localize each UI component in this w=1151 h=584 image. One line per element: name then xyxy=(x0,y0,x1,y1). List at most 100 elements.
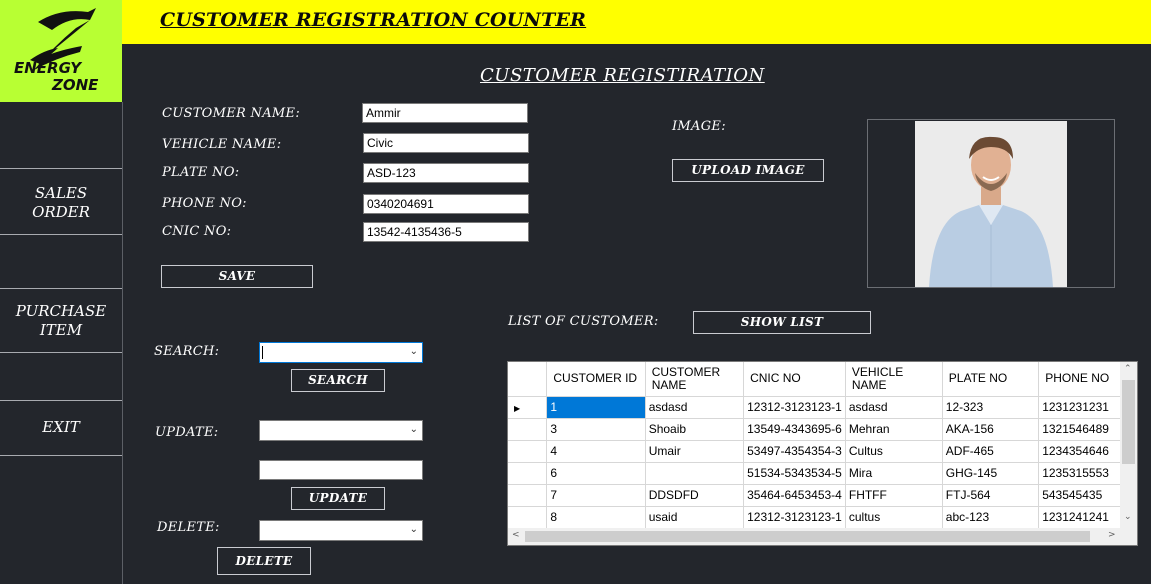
scroll-down-icon[interactable]: ⌄ xyxy=(1124,512,1132,522)
table-cell[interactable]: 3 xyxy=(546,418,646,441)
table-cell[interactable]: asdasd xyxy=(645,396,745,419)
sidebar: SALES ORDER PURCHASE ITEM EXIT xyxy=(0,102,123,584)
table-cell[interactable]: 51534-5343534-5 xyxy=(743,462,846,485)
table-cell[interactable]: asdasd xyxy=(845,396,943,419)
row-header[interactable] xyxy=(508,506,548,529)
table-cell[interactable]: 12312-3123123-1 xyxy=(743,396,846,419)
show-list-button[interactable]: SHOW LIST xyxy=(693,311,871,334)
horizontal-scrollbar[interactable]: < > xyxy=(508,528,1122,545)
table-cell[interactable]: 7 xyxy=(546,484,646,507)
table-cell[interactable]: Umair xyxy=(645,440,745,463)
column-header[interactable]: CUSTOMER NAME xyxy=(645,362,745,397)
customer-image-frame xyxy=(867,119,1115,288)
column-header[interactable]: CUSTOMER ID xyxy=(546,362,646,397)
table-cell[interactable]: 12312-3123123-1 xyxy=(743,506,846,529)
table-cell[interactable]: Mehran xyxy=(845,418,943,441)
table-cell[interactable]: cultus xyxy=(845,506,943,529)
table-cell[interactable]: abc-123 xyxy=(942,506,1040,529)
table-row[interactable]: 4 Umair 53497-4354354-3 Cultus ADF-465 123435… xyxy=(508,440,1137,463)
table-cell[interactable]: 13549-4343695-6 xyxy=(743,418,846,441)
row-header[interactable]: ▶ xyxy=(508,396,548,419)
vehicle-name-field[interactable]: Civic xyxy=(363,133,529,153)
cnic-no-field[interactable]: 13542-4135436-5 xyxy=(363,222,529,242)
image-label: IMAGE: xyxy=(672,119,726,134)
list-of-customer-label: LIST OF CUSTOMER: xyxy=(508,314,659,329)
purchase-item-button[interactable]: PURCHASE ITEM xyxy=(0,302,122,340)
table-cell[interactable]: Cultus xyxy=(845,440,943,463)
row-header[interactable] xyxy=(508,462,548,485)
scroll-thumb[interactable] xyxy=(525,531,1090,542)
table-cell[interactable]: usaid xyxy=(645,506,745,529)
scroll-up-icon[interactable]: ⌃ xyxy=(1124,364,1132,374)
sales-order-button[interactable]: SALES ORDER xyxy=(0,184,122,222)
row-header[interactable] xyxy=(508,440,548,463)
table-cell[interactable]: 53497-4354354-3 xyxy=(743,440,846,463)
table-cell[interactable]: 35464-6453453-4 xyxy=(743,484,846,507)
delete-button[interactable]: DELETE xyxy=(217,547,311,575)
table-cell[interactable]: 8 xyxy=(546,506,646,529)
sidebar-divider xyxy=(0,455,122,456)
table-cell[interactable]: 6 xyxy=(546,462,646,485)
phone-no-field[interactable]: 0340204691 xyxy=(363,194,529,214)
sidebar-divider xyxy=(0,288,122,289)
update-dropdown[interactable]: ⌄ xyxy=(259,420,423,441)
table-cell[interactable]: FTJ-564 xyxy=(942,484,1040,507)
sidebar-divider xyxy=(0,400,122,401)
table-cell[interactable]: GHG-145 xyxy=(942,462,1040,485)
column-header[interactable]: VEHICLE NAME xyxy=(845,362,943,397)
scroll-left-icon[interactable]: < xyxy=(512,530,520,540)
scroll-thumb[interactable] xyxy=(1122,380,1135,464)
update-value-field[interactable] xyxy=(259,460,423,480)
save-button[interactable]: SAVE xyxy=(161,265,313,288)
chevron-down-icon: ⌄ xyxy=(409,346,418,357)
exit-button[interactable]: EXIT xyxy=(0,418,122,437)
column-header[interactable]: CNIC NO xyxy=(743,362,846,397)
chevron-down-icon: ⌄ xyxy=(409,424,418,435)
table-cell[interactable]: Mira xyxy=(845,462,943,485)
table-body: ▶ 1 asdasd 12312-3123123-1 asdasd 12-323 1231… xyxy=(508,396,1137,529)
logo-mark-icon: ENERGY ZONE xyxy=(14,8,99,94)
vehicle-name-label: VEHICLE NAME: xyxy=(162,137,282,152)
customer-name-field[interactable]: Ammir xyxy=(362,103,528,123)
plate-no-field[interactable]: ASD-123 xyxy=(363,163,529,183)
upload-image-button[interactable]: UPLOAD IMAGE xyxy=(672,159,824,182)
table-cell[interactable] xyxy=(645,462,745,485)
vertical-scrollbar[interactable]: ⌃ ⌄ xyxy=(1120,362,1137,530)
table-cell[interactable]: ADF-465 xyxy=(942,440,1040,463)
update-button[interactable]: UPDATE xyxy=(291,487,385,510)
row-header[interactable] xyxy=(508,418,548,441)
table-cell[interactable]: 1 xyxy=(546,396,646,419)
table-row[interactable]: 8 usaid 12312-3123123-1 cultus abc-123 123124… xyxy=(508,506,1137,529)
current-row-icon: ▶ xyxy=(514,404,521,413)
table-cell[interactable]: DDSDFD xyxy=(645,484,745,507)
delete-label: DELETE: xyxy=(157,520,220,535)
svg-text:ZONE: ZONE xyxy=(51,76,99,94)
header-title: CUSTOMER REGISTRATION COUNTER xyxy=(160,9,587,31)
sidebar-divider xyxy=(0,234,122,235)
table-cell[interactable]: 4 xyxy=(546,440,646,463)
table-cell[interactable]: 12-323 xyxy=(942,396,1040,419)
search-dropdown[interactable]: ⌄ xyxy=(259,342,423,363)
column-header[interactable]: PLATE NO xyxy=(942,362,1040,397)
delete-dropdown[interactable]: ⌄ xyxy=(259,520,423,541)
person-photo-icon xyxy=(915,121,1067,287)
energy-zone-logo: ENERGY ZONE xyxy=(0,0,122,102)
table-row[interactable]: 6 51534-5343534-5 Mira GHG-145 1235315553 xyxy=(508,462,1137,485)
chevron-down-icon: ⌄ xyxy=(409,524,418,535)
cnic-no-label: CNIC NO: xyxy=(162,224,232,239)
scroll-right-icon[interactable]: > xyxy=(1108,530,1116,540)
table-cell[interactable]: FHTFF xyxy=(845,484,943,507)
search-button[interactable]: SEARCH xyxy=(291,369,385,392)
row-header[interactable] xyxy=(508,484,548,507)
purchase-item-label: PURCHASE xyxy=(15,302,107,320)
sales-order-label: SALES xyxy=(34,184,88,202)
customer-table: CUSTOMER ID CUSTOMER NAME CNIC NO VEHICLE N… xyxy=(508,362,1137,529)
table-row[interactable]: 3 Shoaib 13549-4343695-6 Mehran AKA-156 13215… xyxy=(508,418,1137,441)
phone-no-label: PHONE NO: xyxy=(162,196,247,211)
form-title: CUSTOMER REGISTIRATION xyxy=(480,65,765,86)
table-row[interactable]: 7 DDSDFD 35464-6453453-4 FHTFF FTJ-564 543545… xyxy=(508,484,1137,507)
table-row[interactable]: ▶ 1 asdasd 12312-3123123-1 asdasd 12-323 1231… xyxy=(508,396,1137,419)
table-cell[interactable]: AKA-156 xyxy=(942,418,1040,441)
table-cell[interactable]: Shoaib xyxy=(645,418,745,441)
customer-grid[interactable]: CUSTOMER ID CUSTOMER NAME CNIC NO VEHICLE N… xyxy=(507,361,1138,546)
